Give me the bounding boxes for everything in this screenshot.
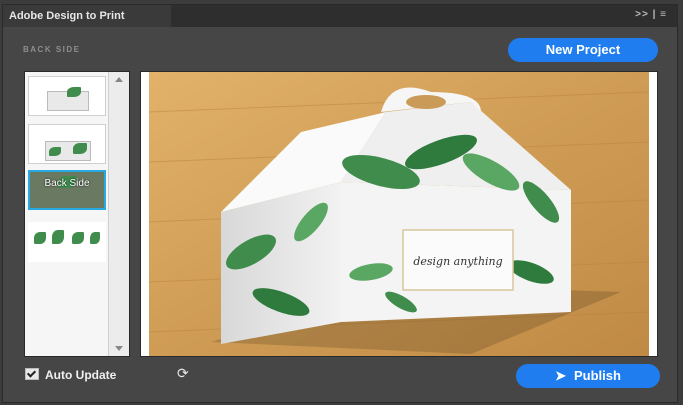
thumb-leaf <box>73 143 87 154</box>
publish-button[interactable]: ➤ Publish <box>516 364 660 388</box>
thumb-leaf <box>72 232 84 244</box>
box-label-text: design anything <box>413 255 502 268</box>
thumb-leaf <box>52 230 64 244</box>
thumbnail-front[interactable] <box>28 76 106 116</box>
thumbnail-flat[interactable] <box>28 222 106 262</box>
title-bar: Adobe Design to Print >> | ≡ <box>3 5 677 27</box>
design-to-print-panel: Adobe Design to Print >> | ≡ BACK SIDE N… <box>2 4 678 403</box>
panel-menu-icon[interactable]: >> | ≡ <box>635 9 667 20</box>
thumbnail-top[interactable] <box>28 124 106 164</box>
scroll-up-icon[interactable] <box>115 77 123 82</box>
thumb-leaf <box>67 87 81 97</box>
panel-tab[interactable]: Adobe Design to Print <box>3 5 171 27</box>
thumb-leaf <box>49 147 61 156</box>
auto-update-toggle[interactable]: Auto Update <box>25 367 116 382</box>
thumbnail-list[interactable]: Back Side <box>24 71 130 357</box>
checkbox-icon[interactable] <box>25 368 39 380</box>
thumbnail-back-side[interactable]: Back Side <box>28 170 106 210</box>
new-project-button[interactable]: New Project <box>508 38 658 62</box>
handle-hole <box>406 95 446 109</box>
auto-update-label: Auto Update <box>45 368 117 382</box>
publish-label: Publish <box>573 368 621 383</box>
thumbnail-scrollbar[interactable] <box>108 72 129 356</box>
side-label: BACK SIDE <box>23 45 81 54</box>
preview-image: design anything <box>140 71 658 357</box>
scroll-down-icon[interactable] <box>115 346 123 351</box>
thumbnail-label: Back Side <box>44 178 90 189</box>
product-mockup: design anything <box>148 72 650 356</box>
refresh-icon[interactable]: ⟳ <box>177 365 189 382</box>
send-icon: ➤ <box>555 368 566 383</box>
thumb-leaf <box>34 232 46 244</box>
thumb-leaf <box>90 232 100 244</box>
